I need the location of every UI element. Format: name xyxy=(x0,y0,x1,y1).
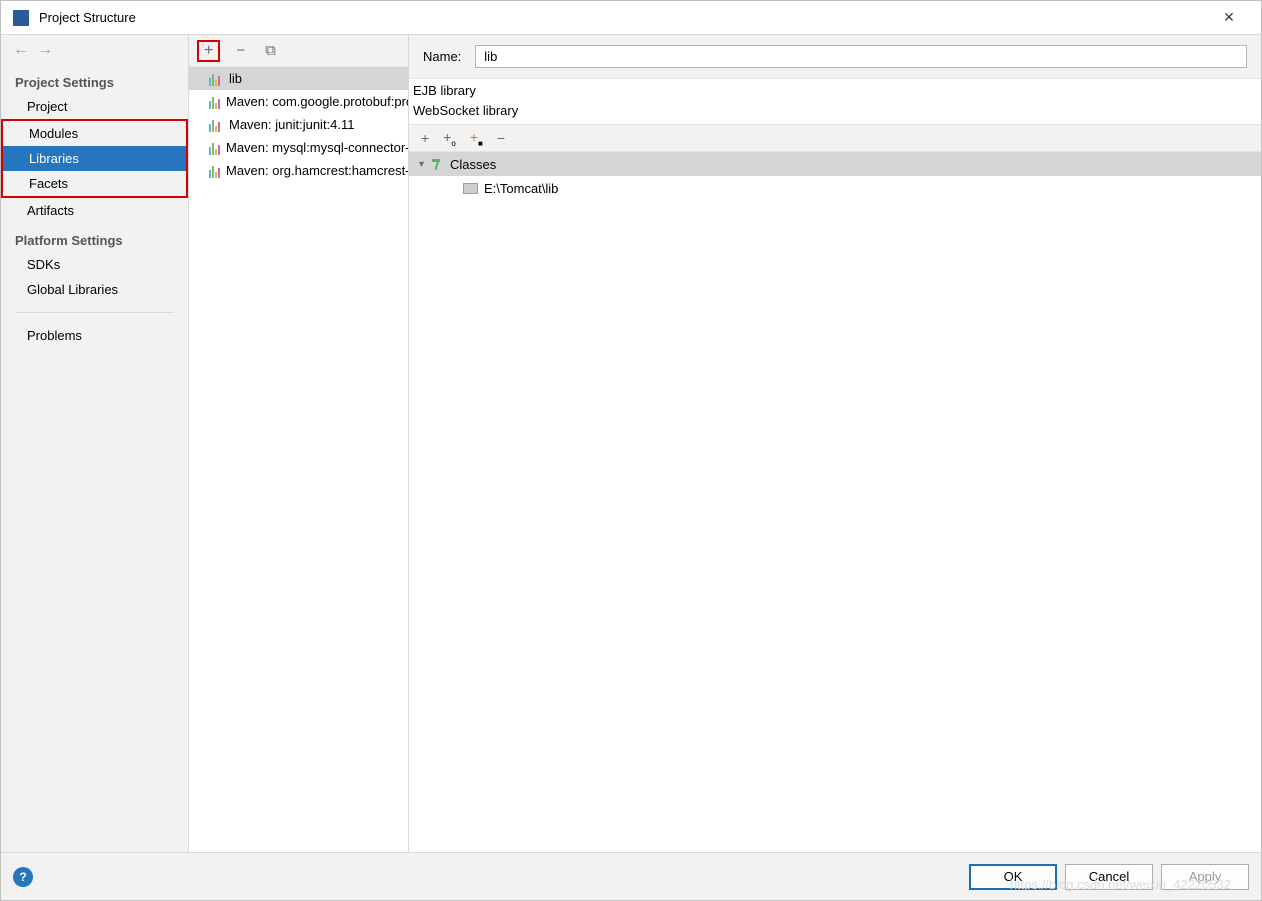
section-project-settings: Project Settings xyxy=(1,65,188,94)
project-structure-dialog: Project Structure ✕ ← → Project Settings… xyxy=(0,0,1262,901)
back-icon[interactable]: ← xyxy=(13,41,29,59)
library-label: Maven: org.hamcrest:hamcrest-core xyxy=(226,163,408,178)
copy-button[interactable]: ⧉ xyxy=(261,41,280,60)
info-line: EJB library xyxy=(413,81,1255,101)
library-label: Maven: com.google.protobuf:protobuf-java xyxy=(226,94,408,109)
classes-toolbar: + +o +■ − xyxy=(409,124,1261,152)
dialog-body: ← → Project Settings Project Modules Lib… xyxy=(1,35,1261,852)
remove-classes-icon[interactable]: − xyxy=(497,130,505,146)
tree-node-path[interactable]: E:\Tomcat\lib xyxy=(409,176,1261,200)
forward-icon[interactable]: → xyxy=(37,41,53,59)
highlight-sidebar: Modules Libraries Facets xyxy=(1,119,188,198)
library-list: lib Maven: com.google.protobuf:protobuf-… xyxy=(189,67,408,852)
sidebar-divider xyxy=(15,312,174,313)
library-label: Maven: junit:junit:4.11 xyxy=(229,117,355,132)
classes-tree: ▾ Classes E:\Tomcat\lib xyxy=(409,152,1261,852)
library-icon xyxy=(209,72,223,86)
sidebar-item-project[interactable]: Project xyxy=(1,94,188,119)
sidebar-item-sdks[interactable]: SDKs xyxy=(1,252,188,277)
library-type-info: EJB library WebSocket library xyxy=(409,79,1261,124)
library-item-maven[interactable]: Maven: org.hamcrest:hamcrest-core xyxy=(189,159,408,182)
library-list-panel: + − ⧉ lib Maven: com.google.protobuf:pro… xyxy=(189,35,409,852)
library-icon xyxy=(209,164,220,178)
name-input[interactable] xyxy=(475,45,1247,68)
add-source-icon[interactable]: +■ xyxy=(470,129,483,148)
name-row: Name: xyxy=(409,35,1261,79)
nav-row: ← → xyxy=(1,35,188,65)
remove-button[interactable]: − xyxy=(232,41,249,60)
classes-icon xyxy=(430,157,444,171)
sidebar-item-facets[interactable]: Facets xyxy=(3,171,186,196)
tree-label: Classes xyxy=(450,157,496,172)
chevron-down-icon[interactable]: ▾ xyxy=(419,159,424,170)
library-item-maven[interactable]: Maven: mysql:mysql-connector-java xyxy=(189,136,408,159)
library-label: lib xyxy=(229,71,242,86)
name-label: Name: xyxy=(423,49,461,64)
section-platform-settings: Platform Settings xyxy=(1,223,188,252)
sidebar: ← → Project Settings Project Modules Lib… xyxy=(1,35,189,852)
sidebar-item-libraries[interactable]: Libraries xyxy=(3,146,186,171)
window-title: Project Structure xyxy=(39,10,1209,25)
add-attach-icon[interactable]: +o xyxy=(443,129,456,148)
add-button[interactable]: + xyxy=(197,40,220,62)
library-item-lib[interactable]: lib xyxy=(189,67,408,90)
library-icon xyxy=(209,95,220,109)
library-label: Maven: mysql:mysql-connector-java xyxy=(226,140,408,155)
library-icon xyxy=(209,141,220,155)
apply-button[interactable]: Apply xyxy=(1161,864,1249,890)
library-item-maven[interactable]: Maven: junit:junit:4.11 xyxy=(189,113,408,136)
library-item-maven[interactable]: Maven: com.google.protobuf:protobuf-java xyxy=(189,90,408,113)
library-toolbar: + − ⧉ xyxy=(189,35,408,67)
titlebar: Project Structure ✕ xyxy=(1,1,1261,35)
library-icon xyxy=(209,118,223,132)
sidebar-item-global-libraries[interactable]: Global Libraries xyxy=(1,277,188,302)
library-detail-panel: Name: EJB library WebSocket library + +o… xyxy=(409,35,1261,852)
cancel-button[interactable]: Cancel xyxy=(1065,864,1153,890)
sidebar-item-problems[interactable]: Problems xyxy=(1,323,188,348)
folder-icon xyxy=(463,183,478,194)
help-icon[interactable]: ? xyxy=(13,867,33,887)
intellij-icon xyxy=(13,10,29,26)
tree-path-label: E:\Tomcat\lib xyxy=(484,181,558,196)
add-classes-icon[interactable]: + xyxy=(421,130,429,146)
info-line: WebSocket library xyxy=(413,101,1255,121)
close-icon[interactable]: ✕ xyxy=(1209,1,1249,35)
sidebar-item-modules[interactable]: Modules xyxy=(3,121,186,146)
sidebar-item-artifacts[interactable]: Artifacts xyxy=(1,198,188,223)
dialog-footer: ? OK Cancel Apply xyxy=(1,852,1261,900)
ok-button[interactable]: OK xyxy=(969,864,1057,890)
tree-node-classes[interactable]: ▾ Classes xyxy=(409,152,1261,176)
